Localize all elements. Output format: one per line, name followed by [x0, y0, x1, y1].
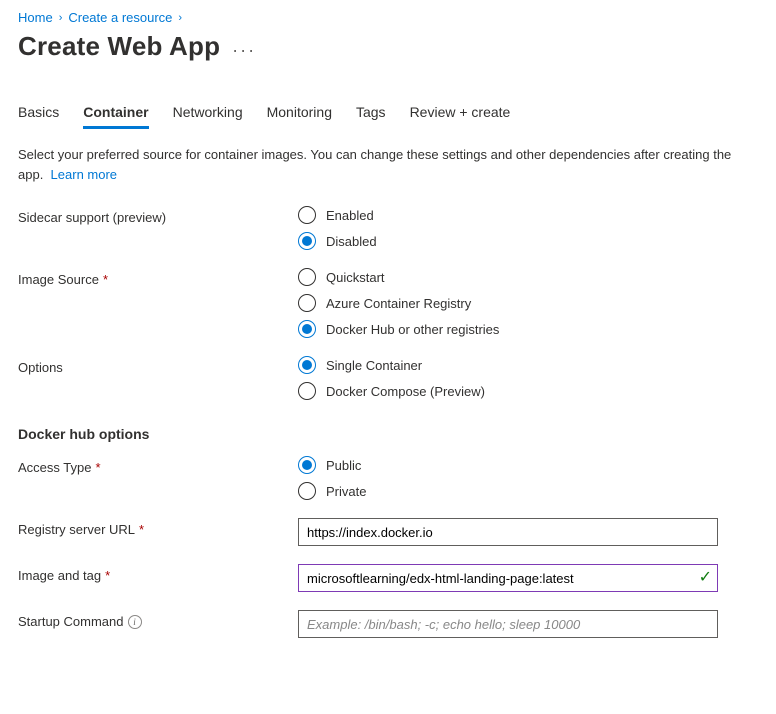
tab-container[interactable]: Container — [83, 98, 148, 129]
registry-url-input[interactable] — [298, 518, 718, 546]
label-sidecar: Sidecar support (preview) — [18, 206, 298, 225]
tab-monitoring[interactable]: Monitoring — [267, 98, 332, 129]
label-image-tag: Image and tag* — [18, 564, 298, 583]
radio-option-compose[interactable]: Docker Compose (Preview) — [298, 382, 718, 400]
page-title: Create Web App — [18, 31, 220, 62]
more-actions-icon[interactable]: ··· — [232, 35, 256, 59]
tab-networking[interactable]: Networking — [173, 98, 243, 129]
startup-cmd-input[interactable] — [298, 610, 718, 638]
page-header: Create Web App ··· — [18, 31, 758, 62]
radio-image-acr[interactable]: Azure Container Registry — [298, 294, 718, 312]
breadcrumb: Home › Create a resource › — [18, 10, 758, 25]
section-docker-hub: Docker hub options — [18, 426, 758, 442]
info-icon[interactable]: i — [128, 615, 142, 629]
checkmark-icon: ✓ — [699, 570, 712, 586]
tab-review[interactable]: Review + create — [410, 98, 511, 129]
image-tag-input[interactable] — [298, 564, 718, 592]
radio-option-single[interactable]: Single Container — [298, 356, 718, 374]
radio-image-dockerhub[interactable]: Docker Hub or other registries — [298, 320, 718, 338]
tab-tags[interactable]: Tags — [356, 98, 386, 129]
radio-access-private[interactable]: Private — [298, 482, 718, 500]
chevron-right-icon: › — [59, 12, 63, 24]
label-options: Options — [18, 356, 298, 375]
radio-image-quickstart[interactable]: Quickstart — [298, 268, 718, 286]
label-image-source: Image Source* — [18, 268, 298, 287]
label-access-type: Access Type* — [18, 456, 298, 475]
radio-sidecar-enabled[interactable]: Enabled — [298, 206, 718, 224]
label-startup-cmd: Startup Command i — [18, 610, 298, 629]
tab-basics[interactable]: Basics — [18, 98, 59, 129]
radio-access-public[interactable]: Public — [298, 456, 718, 474]
learn-more-link[interactable]: Learn more — [51, 167, 117, 182]
tabs: Basics Container Networking Monitoring T… — [18, 98, 758, 129]
chevron-right-icon: › — [178, 12, 182, 24]
breadcrumb-create-resource[interactable]: Create a resource — [68, 10, 172, 25]
radio-sidecar-disabled[interactable]: Disabled — [298, 232, 718, 250]
description-text: Select your preferred source for contain… — [18, 145, 748, 184]
breadcrumb-home[interactable]: Home — [18, 10, 53, 25]
label-registry-url: Registry server URL* — [18, 518, 298, 537]
